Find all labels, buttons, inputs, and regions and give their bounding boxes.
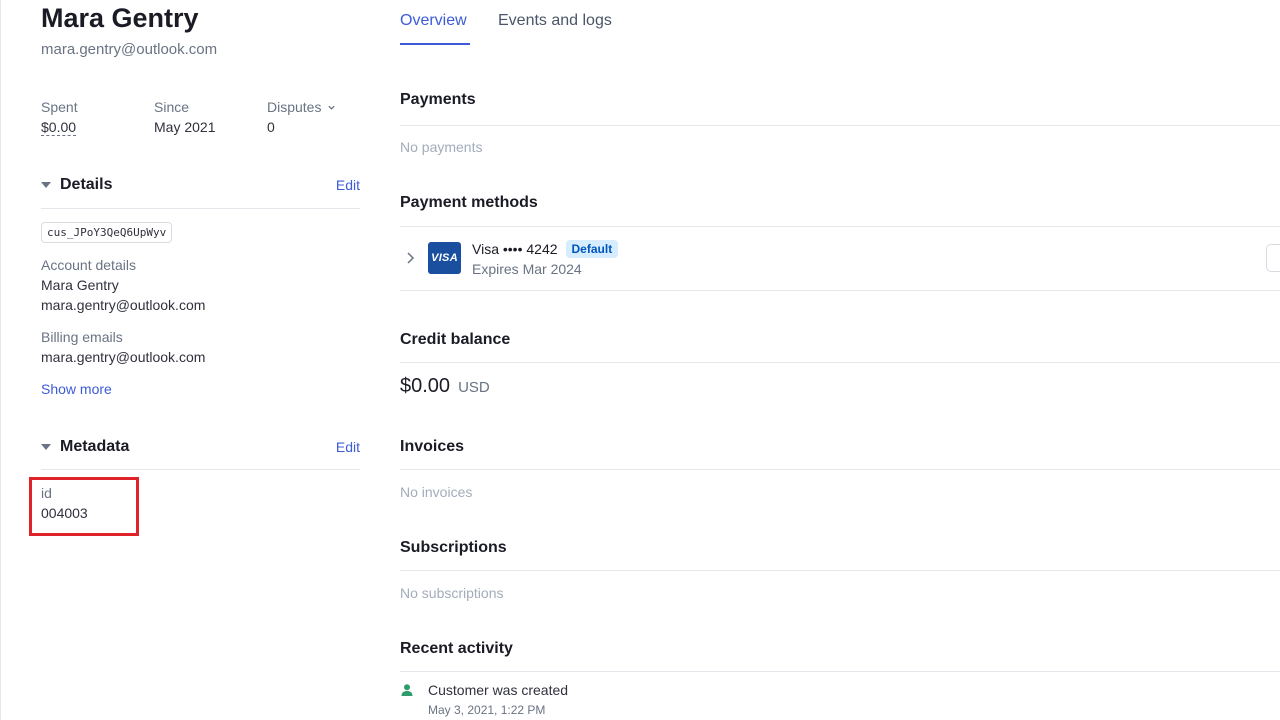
stat-disputes[interactable]: Disputes 0 [267,99,336,135]
divider [41,208,360,209]
account-details-label: Account details [41,257,136,273]
payments-title: Payments [400,91,476,108]
divider [400,469,1280,470]
activity-text: Customer was created [428,682,569,698]
person-icon [401,684,413,696]
metadata-header: Metadata Edit [41,438,360,456]
recent-activity-title: Recent activity [400,640,513,657]
details-header: Details Edit [41,176,360,194]
stat-label-text: Disputes [267,99,322,115]
chevron-down-icon [328,105,336,110]
activity-time: May 3, 2021, 1:22 PM [428,703,546,717]
customer-id-pill[interactable]: cus_JPoY3QeQ6UpWyv [41,222,173,243]
stat-value: 0 [267,119,275,135]
details-title[interactable]: Details [60,176,112,194]
details-edit-link[interactable]: Edit [336,177,360,193]
divider [400,290,1280,291]
chevron-right-icon[interactable] [404,250,416,266]
card-expiry: Expires Mar 2024 [472,261,582,277]
customer-name: Mara Gentry [41,3,199,33]
tab-overview[interactable]: Overview [400,12,467,30]
credit-balance-title: Credit balance [400,331,511,348]
tab-bar: Overview Events and logs [400,0,1280,46]
default-badge: Default [565,240,619,258]
balance-amount: $0.00 [400,375,451,397]
card-label: Visa •••• 4242 [472,241,558,257]
invoices-title: Invoices [400,438,465,455]
credit-balance-value: $0.00 USD [400,375,490,398]
subscriptions-title: Subscriptions [400,539,507,556]
stat-since: Since May 2021 [154,99,215,135]
subscriptions-empty: No subscriptions [400,585,504,601]
balance-currency: USD [458,379,490,396]
stat-label: Since [154,99,190,115]
divider [400,570,1280,571]
payment-method-row[interactable]: VISA Visa •••• 4242 Default Expires Mar … [400,236,1280,282]
stat-label: Spent [41,99,78,115]
stat-value: May 2021 [154,119,216,135]
stat-value[interactable]: $0.00 [41,119,77,136]
active-tab-indicator [400,43,470,45]
show-more-link[interactable]: Show more [41,381,112,397]
stat-label-disputes[interactable]: Disputes [267,99,336,115]
tab-events-and-logs[interactable]: Events and logs [498,12,612,30]
metadata-edit-link[interactable]: Edit [336,439,360,455]
billing-emails-label: Billing emails [41,329,123,345]
visa-card-icon: VISA [428,242,461,274]
divider [400,362,1280,363]
metadata-title[interactable]: Metadata [60,438,129,456]
collapse-triangle-icon[interactable] [41,444,51,450]
divider [400,125,1280,126]
invoices-empty: No invoices [400,484,473,500]
billing-email: mara.gentry@outlook.com [41,349,206,365]
payments-empty: No payments [400,139,483,155]
page-edge [0,0,1,720]
collapse-triangle-icon[interactable] [41,182,51,188]
divider [400,671,1280,672]
customer-email: mara.gentry@outlook.com [41,41,218,58]
payment-methods-title: Payment methods [400,194,538,211]
highlight-annotation-box [29,477,139,536]
account-email: mara.gentry@outlook.com [41,297,206,313]
stat-spent: Spent $0.00 [41,99,78,137]
main-content: Overview Events and logs Payments No pay… [400,0,1280,720]
divider [400,226,1280,227]
card-summary: Visa •••• 4242 Default [472,240,619,258]
card-actions-button[interactable] [1266,244,1280,272]
divider [41,469,360,470]
account-name: Mara Gentry [41,277,119,293]
